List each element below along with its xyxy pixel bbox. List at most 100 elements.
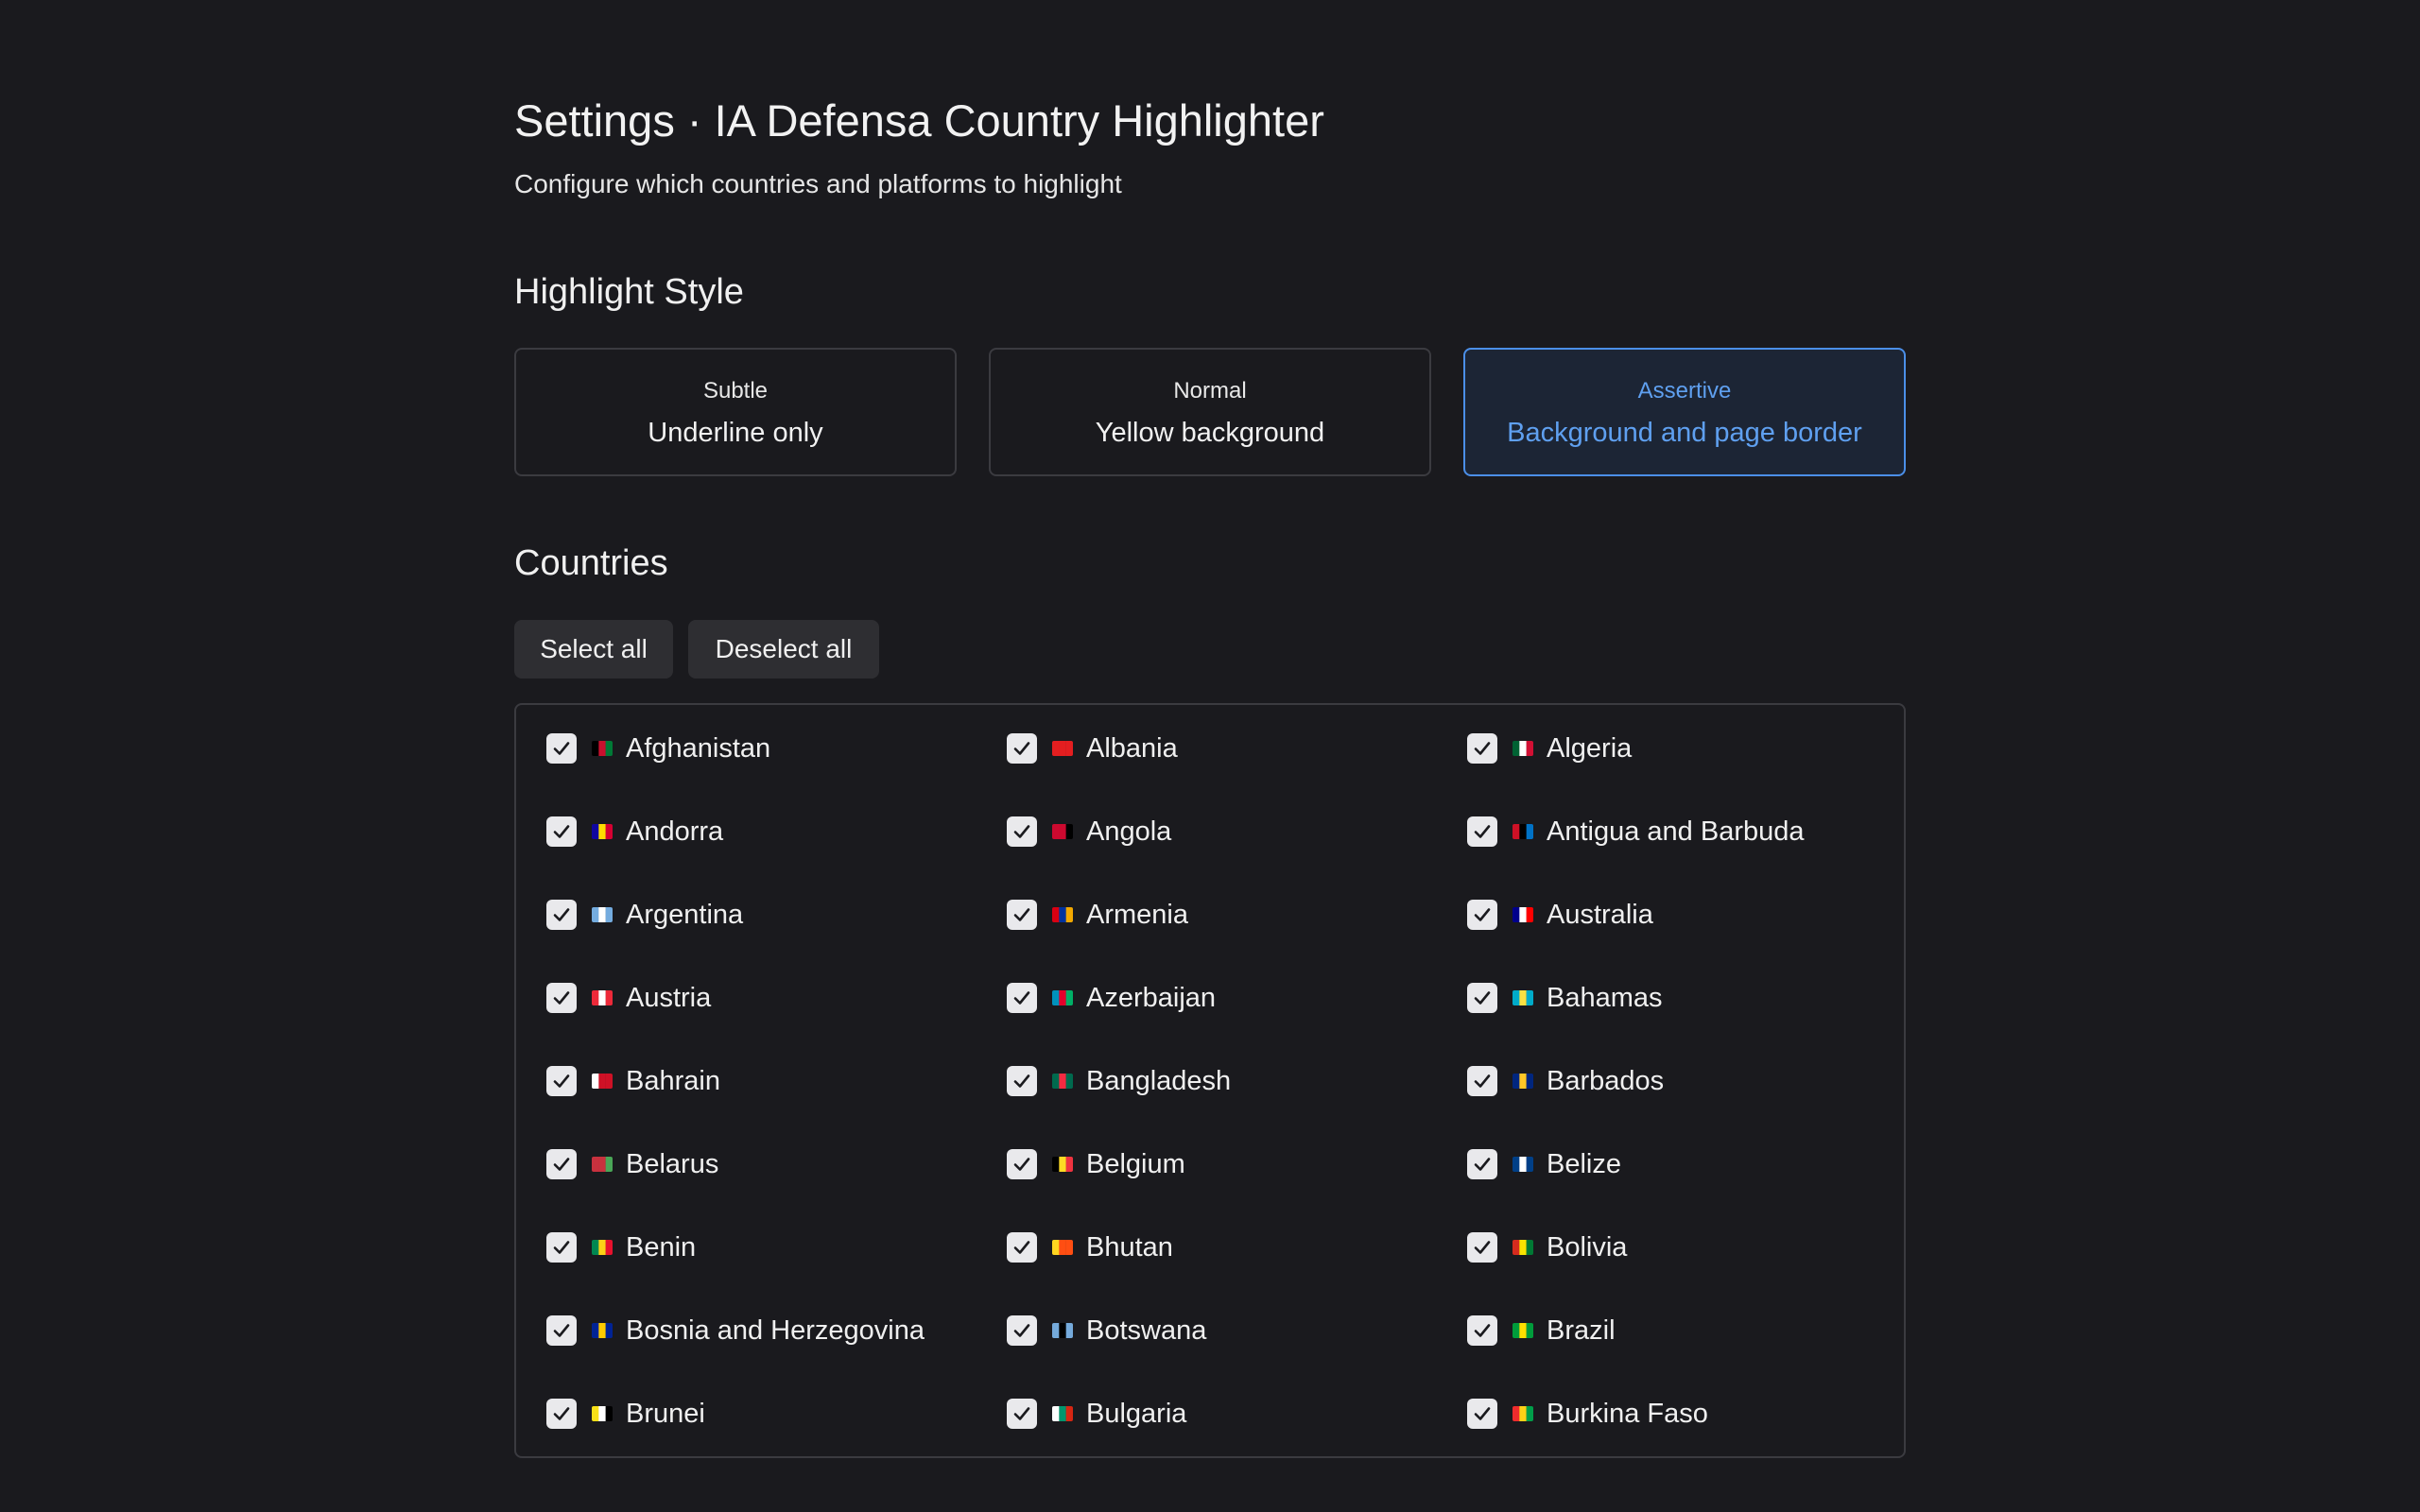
- country-name: Bosnia and Herzegovina: [626, 1314, 925, 1346]
- country-item[interactable]: Botswana: [1007, 1314, 1467, 1348]
- style-option-description: Background and page border: [1507, 418, 1862, 448]
- country-item[interactable]: Bhutan: [1007, 1230, 1467, 1264]
- country-item[interactable]: Belarus: [546, 1147, 1007, 1181]
- country-item[interactable]: Afghanistan: [546, 731, 1007, 765]
- country-item[interactable]: Azerbaijan: [1007, 981, 1467, 1015]
- country-checkbox[interactable]: [546, 1066, 577, 1096]
- flag-icon: [1052, 1406, 1073, 1421]
- country-checkbox[interactable]: [546, 816, 577, 847]
- checkmark-icon: [1474, 1074, 1491, 1088]
- country-checkbox[interactable]: [1467, 1066, 1497, 1096]
- country-checkbox[interactable]: [1007, 1315, 1037, 1346]
- country-checkbox[interactable]: [546, 900, 577, 930]
- country-item[interactable]: Barbados: [1467, 1064, 1908, 1098]
- checkmark-icon: [1474, 1158, 1491, 1171]
- country-item[interactable]: Argentina: [546, 898, 1007, 932]
- checkmark-icon: [1474, 825, 1491, 838]
- flag-icon: [592, 1406, 613, 1421]
- style-option-description: Underline only: [648, 418, 823, 448]
- country-item[interactable]: Bolivia: [1467, 1230, 1908, 1264]
- checkmark-icon: [1474, 1241, 1491, 1254]
- checkmark-icon: [1013, 908, 1030, 921]
- country-name: Bhutan: [1086, 1231, 1173, 1263]
- country-name: Bangladesh: [1086, 1065, 1232, 1096]
- flag-icon: [1512, 1157, 1533, 1172]
- deselect-all-button[interactable]: Deselect all: [688, 620, 879, 679]
- flag-icon: [1052, 1074, 1073, 1089]
- country-checkbox[interactable]: [1007, 1399, 1037, 1429]
- country-item[interactable]: Benin: [546, 1230, 1007, 1264]
- country-item[interactable]: Brunei: [546, 1397, 1007, 1431]
- country-checkbox[interactable]: [1467, 983, 1497, 1013]
- country-item[interactable]: Bahrain: [546, 1064, 1007, 1098]
- country-item[interactable]: Armenia: [1007, 898, 1467, 932]
- checkmark-icon: [553, 1324, 570, 1337]
- country-item[interactable]: Bosnia and Herzegovina: [546, 1314, 1007, 1348]
- country-checkbox[interactable]: [1007, 983, 1037, 1013]
- style-option-name: Assertive: [1637, 378, 1732, 404]
- checkmark-icon: [553, 742, 570, 755]
- country-name: Barbados: [1547, 1065, 1665, 1096]
- country-name: Belarus: [626, 1148, 719, 1179]
- style-option-name: Subtle: [702, 378, 769, 404]
- highlight-style-options: Subtle Underline only Normal Yellow back…: [514, 348, 1906, 476]
- country-checkbox[interactable]: [1007, 1232, 1037, 1263]
- country-name: Afghanistan: [626, 732, 771, 764]
- country-checkbox[interactable]: [1467, 900, 1497, 930]
- checkmark-icon: [1013, 1241, 1030, 1254]
- style-option-assertive[interactable]: Assertive Background and page border: [1463, 348, 1906, 476]
- country-item[interactable]: Albania: [1007, 731, 1467, 765]
- country-item[interactable]: Andorra: [546, 815, 1007, 849]
- country-name: Antigua and Barbuda: [1547, 816, 1805, 847]
- flag-icon: [1512, 1406, 1533, 1421]
- country-checkbox[interactable]: [546, 1149, 577, 1179]
- checkmark-icon: [1013, 1407, 1030, 1420]
- style-option-subtle[interactable]: Subtle Underline only: [514, 348, 957, 476]
- country-item[interactable]: Belgium: [1007, 1147, 1467, 1181]
- checkmark-icon: [1013, 742, 1030, 755]
- country-checkbox[interactable]: [1467, 1315, 1497, 1346]
- country-checkbox[interactable]: [1467, 1399, 1497, 1429]
- flag-icon: [592, 1074, 613, 1089]
- country-checkbox[interactable]: [546, 733, 577, 764]
- style-option-normal[interactable]: Normal Yellow background: [989, 348, 1431, 476]
- country-checkbox[interactable]: [1467, 816, 1497, 847]
- style-option-description: Yellow background: [1095, 418, 1325, 448]
- flag-icon: [592, 824, 613, 839]
- country-item[interactable]: Antigua and Barbuda: [1467, 815, 1908, 849]
- country-item[interactable]: Angola: [1007, 815, 1467, 849]
- country-checkbox[interactable]: [1007, 816, 1037, 847]
- country-item[interactable]: Bangladesh: [1007, 1064, 1467, 1098]
- country-name: Burkina Faso: [1547, 1398, 1708, 1429]
- country-name: Angola: [1086, 816, 1172, 847]
- country-item[interactable]: Australia: [1467, 898, 1908, 932]
- country-checkbox[interactable]: [1007, 1066, 1037, 1096]
- select-all-button[interactable]: Select all: [514, 620, 673, 679]
- country-checkbox[interactable]: [546, 1232, 577, 1263]
- country-item[interactable]: Austria: [546, 981, 1007, 1015]
- checkmark-icon: [553, 991, 570, 1005]
- country-checkbox[interactable]: [1467, 1149, 1497, 1179]
- country-item[interactable]: Belize: [1467, 1147, 1908, 1181]
- flag-icon: [592, 741, 613, 756]
- country-checkbox[interactable]: [546, 1315, 577, 1346]
- country-item[interactable]: Bahamas: [1467, 981, 1908, 1015]
- flag-icon: [1052, 741, 1073, 756]
- country-item[interactable]: Algeria: [1467, 731, 1908, 765]
- country-item[interactable]: Bulgaria: [1007, 1397, 1467, 1431]
- country-item[interactable]: Burkina Faso: [1467, 1397, 1908, 1431]
- page-subtitle: Configure which countries and platforms …: [514, 169, 1122, 198]
- checkmark-icon: [1474, 1407, 1491, 1420]
- country-checkbox[interactable]: [1007, 733, 1037, 764]
- country-checkbox[interactable]: [1007, 1149, 1037, 1179]
- country-name: Brazil: [1547, 1314, 1616, 1346]
- country-checkbox[interactable]: [1007, 900, 1037, 930]
- country-checkbox[interactable]: [1467, 733, 1497, 764]
- country-checkbox[interactable]: [546, 983, 577, 1013]
- country-checkbox[interactable]: [1467, 1232, 1497, 1263]
- country-name: Algeria: [1547, 732, 1633, 764]
- checkmark-icon: [1013, 1074, 1030, 1088]
- country-list-panel: Afghanistan Albania Algeria Andorra Angola An…: [514, 703, 1906, 1458]
- country-checkbox[interactable]: [546, 1399, 577, 1429]
- country-item[interactable]: Brazil: [1467, 1314, 1908, 1348]
